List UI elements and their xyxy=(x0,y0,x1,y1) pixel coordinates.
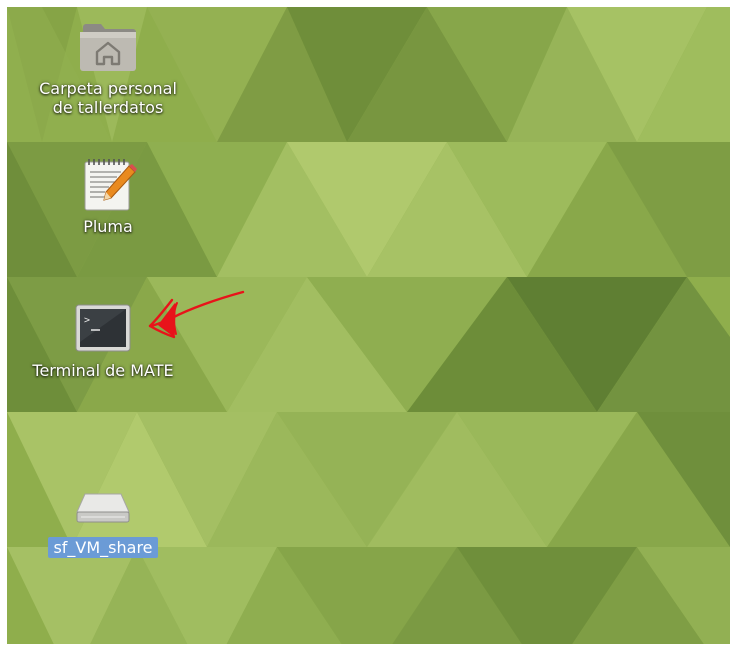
desktop-icon-sf-vm-share[interactable]: sf_VM_share xyxy=(33,473,173,558)
text-editor-icon xyxy=(77,153,139,215)
pluma-label: Pluma xyxy=(83,217,133,236)
terminal-icon: > xyxy=(72,297,134,359)
home-folder-icon xyxy=(77,15,139,77)
drive-icon xyxy=(72,473,134,535)
sf-vm-share-label: sf_VM_share xyxy=(48,537,158,558)
terminal-label: Terminal de MATE xyxy=(32,361,174,380)
home-folder-label-line2: de tallerdatos xyxy=(52,98,164,117)
desktop-icon-home-folder[interactable]: Carpeta personal de tallerdatos xyxy=(23,15,193,117)
desktop-icon-pluma[interactable]: Pluma xyxy=(53,153,163,236)
desktop-icon-terminal[interactable]: > Terminal de MATE xyxy=(13,297,193,380)
desktop[interactable]: Carpeta personal de tallerdatos Pluma > … xyxy=(7,7,730,644)
svg-text:>: > xyxy=(84,315,90,326)
home-folder-label-line1: Carpeta personal xyxy=(39,79,177,98)
